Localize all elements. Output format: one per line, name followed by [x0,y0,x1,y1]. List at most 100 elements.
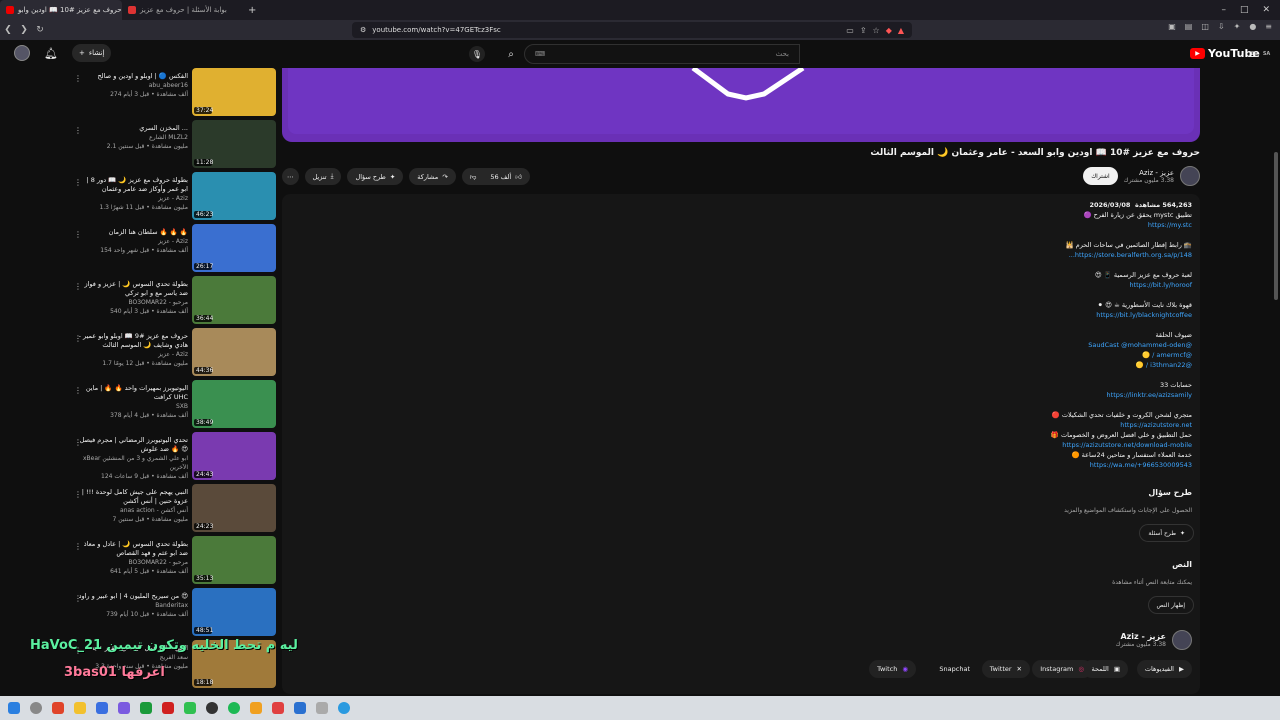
recommendation-channel[interactable]: عزيز - Aziz [78,350,188,359]
more-vert-icon[interactable]: ⋮ [74,542,82,551]
recommendation-item[interactable]: 26:17 سلطان هنا الزمان 🔥 🔥 🔥 عزيز - Aziz 15… [72,224,276,276]
recommendation-item[interactable]: 48:51 من سيربح المليون 4 | ابو عبير و راو… [72,588,276,640]
ask-button[interactable]: طرح سؤال ✦ [347,168,404,185]
minimize-icon[interactable]: – [1221,5,1226,15]
app-icon[interactable] [184,702,196,714]
dislike-icon[interactable]: 👎︎ [470,173,477,181]
download-button[interactable]: تنزيل ⤓ [304,168,342,185]
page-scrollbar[interactable] [1274,152,1278,300]
recommendation-title[interactable]: تحدي اليوتيوبرز الرمضاني | مجرم فيصل ضد … [78,436,188,454]
app-icon[interactable] [338,702,350,714]
description-link[interactable]: https://azizutstore.net/download-mobile [832,440,1192,450]
instagram-link[interactable]: Instagram ◎ [1032,660,1092,678]
recommendation-title[interactable]: اليوتيوبرز بمهيرات واحد 🔥 🔥 | ماين كرافت… [78,384,188,402]
more-vert-icon[interactable]: ⋮ [74,438,82,447]
videos-link[interactable]: الفيديوهات ▶ [1136,660,1192,678]
description-link[interactable]: https://azizutstore.net [832,420,1192,430]
new-tab-icon[interactable]: + [242,5,262,16]
video-thumbnail[interactable]: 38:49 [192,380,276,428]
video-thumbnail[interactable]: 24:23 [192,484,276,532]
more-vert-icon[interactable]: ⋮ [74,230,82,239]
recommendation-channel[interactable]: سعد الفريج [78,653,188,662]
extensions-icon[interactable]: ✦ [1234,22,1241,31]
footer-channel-name[interactable]: عزيز - Aziz [1116,632,1166,641]
avatar[interactable] [14,45,30,61]
more-vert-icon[interactable]: ⋮ [74,74,82,83]
shield-icon[interactable]: ◆ [886,26,892,35]
recommendation-title[interactable]: المخزن السري ... [78,124,188,133]
recommendation-title[interactable]: من سيربح المليون 4 | ابو عبير و راود 😍 [78,592,188,601]
recommendation-title[interactable]: سلطان هنا الزمان 🔥 🔥 🔥 [78,228,188,237]
forward-icon[interactable]: ❯ [16,25,32,35]
video-thumbnail[interactable]: 44:36 [192,328,276,376]
description-link[interactable]: https://store.beralferth.org.sa/p/148... [832,250,1192,260]
recommendation-channel[interactable]: anas action - أنس أكشن [78,506,188,515]
spotify-icon[interactable] [228,702,240,714]
video-thumbnail[interactable]: 24:43 [192,432,276,480]
recommendation-channel[interactable]: SXB [78,402,188,411]
description-link[interactable]: @i3thman22 / 🟡 [832,360,1192,370]
wallet-icon[interactable]: ▤ [1185,22,1193,31]
more-vert-icon[interactable]: ⋮ [74,386,82,395]
recommendation-item[interactable]: 35:13 بطولة تحدي السوس 🌙 | عادل و معاذ ضد… [72,536,276,588]
recommendation-title[interactable]: بطولة تحدي السوس 🌙 | عزيز و فواز ضد ياسر… [78,280,188,298]
search-icon[interactable]: ⌕ [499,44,523,64]
folder-icon[interactable] [74,702,86,714]
snapchat-link[interactable]: Snapchat [931,660,978,678]
description-link[interactable]: https://bit.ly/horoof [832,280,1192,290]
recommendation-item[interactable]: 36:44 بطولة تحدي السوس 🌙 | عزيز و فواز ضد… [72,276,276,328]
description-link[interactable]: @SaudCast @mohammed-oden [832,340,1192,350]
start-icon[interactable] [8,702,20,714]
video-thumbnail[interactable]: 48:51 [192,588,276,636]
tab-inactive[interactable]: بوابة الأسئلة | حروف مع عزيز [122,0,242,20]
video-thumbnail[interactable]: 26:17 [192,224,276,272]
discord-icon[interactable] [118,702,130,714]
app-icon[interactable] [316,702,328,714]
recommendation-channel[interactable]: عزيز - Aziz [78,194,188,203]
video-thumbnail[interactable]: 46:23 [192,172,276,220]
video-thumbnail[interactable]: 36:44 [192,276,276,324]
recommendation-item[interactable]: 24:43 تحدي اليوتيوبرز الرمضاني | مجرم فيص… [72,432,276,484]
show-transcript-button[interactable]: إظهار النص [1147,596,1194,614]
recommendation-title[interactable]: بطولة تحدي السوس 🌙 | عادل و معاذ ضد ابو … [78,540,188,558]
more-button[interactable]: ⋯ [282,168,299,185]
description-link[interactable]: https://my.stc [832,220,1192,230]
more-vert-icon[interactable]: ⋮ [74,490,82,499]
recommendation-item[interactable]: 44:36 حروف مع عزيز #9 📖 اوبلو وابو عمير -… [72,328,276,380]
subscribe-button[interactable]: اشتراك [1083,167,1118,185]
back-icon[interactable]: ❮ [0,25,16,35]
recommendation-channel[interactable]: xBear ابو علي الشمري و 3 من المنشئين الآ… [78,454,188,472]
recommendation-channel[interactable]: BO3OMAR22 - مرحبو [78,558,189,567]
download-icon[interactable]: ⇩ [1218,22,1225,31]
more-vert-icon[interactable]: ⋮ [74,126,82,135]
description-link[interactable]: https://linktr.ee/azizsamily [832,390,1192,400]
recommendation-item[interactable]: 46:23 بطولة حروف مع عزيز 🌙 📖 دور 8 | ابو … [72,172,276,224]
search-icon[interactable] [30,702,42,714]
keyboard-icon[interactable]: ⌨ [535,50,545,58]
more-vert-icon[interactable]: ⋮ [74,334,82,343]
menu-icon[interactable]: ≡ [1265,22,1272,31]
ask-questions-button[interactable]: طرح أسئلة ✦ [1139,524,1194,542]
panel-icon[interactable]: ▣ [1168,22,1176,31]
recommendation-title[interactable]: حروف مع عزيز #9 📖 اوبلو وابو عمير - هادي… [78,332,188,350]
extension-icon[interactable]: ▲ [898,26,904,35]
youtube-logo[interactable]: ▶ YouTube SA [1190,47,1270,60]
recommendation-channel[interactable]: abu_abeer16 [78,81,188,90]
brave-icon[interactable] [52,702,64,714]
recommendation-channel[interactable]: Banderitax [78,601,188,610]
video-frame[interactable] [288,65,1194,134]
search-input[interactable]: ⌨ بحث [524,44,800,64]
app-icon[interactable] [272,702,284,714]
twitter-link[interactable]: Twitter ✕ [981,660,1030,678]
app-icon[interactable] [294,702,306,714]
site-info-icon[interactable]: ⚙ [360,26,366,34]
window-close-icon[interactable]: ✕ [1262,5,1270,15]
sidebar-icon[interactable]: ◫ [1201,22,1209,31]
bell-icon[interactable]: 🔔︎ [44,47,58,60]
recommendation-title[interactable]: بطولة حروف مع عزيز 🌙 📖 دور 8 | ابو عمر و… [78,176,188,194]
recommendation-item[interactable]: 24:23 النبي يهجم على جيش كامل لوحدة !!! |… [72,484,276,536]
app-icon[interactable] [162,702,174,714]
tab-active[interactable]: حروف مع عزيز #10 📖 اودين وابو ✕ [0,0,122,20]
channel-name[interactable]: عزيز - Aziz [1124,169,1174,177]
reader-icon[interactable]: ▭ [846,26,854,35]
